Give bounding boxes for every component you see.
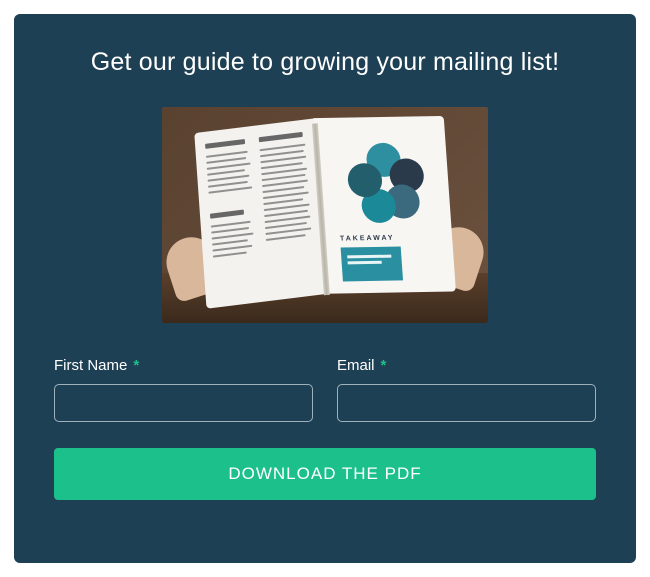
page-title: Get our guide to growing your mailing li…	[54, 48, 596, 77]
open-book-icon: TAKEAWAY	[194, 112, 456, 309]
first-name-label: First Name	[54, 357, 127, 374]
first-name-input[interactable]	[54, 384, 313, 422]
callout-box-icon	[341, 246, 403, 281]
email-input[interactable]	[337, 384, 596, 422]
required-mark: *	[133, 357, 139, 374]
signup-card: Get our guide to growing your mailing li…	[14, 14, 636, 563]
takeaway-label: TAKEAWAY	[340, 235, 395, 243]
email-field-group: Email *	[337, 357, 596, 422]
required-mark: *	[381, 357, 387, 374]
email-label: Email	[337, 357, 375, 374]
download-pdf-button[interactable]: DOWNLOAD THE PDF	[54, 448, 596, 500]
form-row: First Name * Email *	[54, 357, 596, 422]
hero-image: TAKEAWAY	[162, 107, 488, 323]
first-name-field-group: First Name *	[54, 357, 313, 422]
venn-diagram-icon	[343, 142, 429, 223]
hero-image-wrap: TAKEAWAY	[54, 107, 596, 323]
